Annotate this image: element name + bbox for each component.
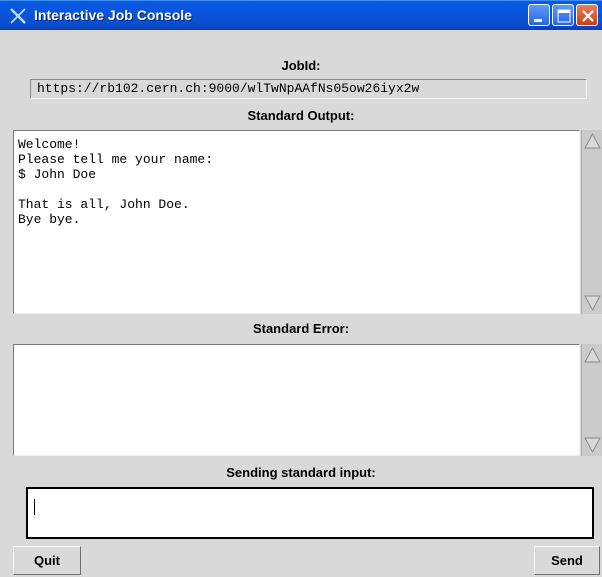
minimize-button[interactable] (528, 4, 550, 26)
scroll-down-arrow-icon[interactable] (583, 435, 602, 455)
jobid-label: JobId: (281, 58, 321, 73)
stdout-scrollbar[interactable] (581, 130, 602, 314)
minimize-icon (534, 19, 542, 22)
text-caret (34, 499, 35, 515)
send-button[interactable]: Send (534, 546, 600, 575)
stderr-textarea[interactable] (13, 344, 580, 456)
x-logo-icon (10, 8, 26, 24)
stdout-label: Standard Output: (247, 108, 355, 123)
window-title: Interactive Job Console (34, 7, 192, 23)
maximize-icon (557, 9, 571, 23)
stdin-input[interactable] (26, 487, 594, 539)
quit-button[interactable]: Quit (13, 546, 81, 575)
stdout-textarea[interactable]: Welcome! Please tell me your name: $ Joh… (13, 130, 580, 314)
stderr-scrollbar[interactable] (581, 344, 602, 456)
stderr-label: Standard Error: (252, 321, 350, 336)
stdin-label: Sending standard input: (226, 465, 376, 480)
scroll-up-arrow-icon[interactable] (583, 131, 602, 151)
close-icon (582, 10, 594, 22)
scroll-down-arrow-icon[interactable] (583, 293, 602, 313)
maximize-button[interactable] (552, 4, 574, 26)
close-button[interactable] (576, 4, 598, 26)
jobid-field[interactable]: https://rb102.cern.ch:9000/wlTwNpAAfNs05… (30, 79, 587, 99)
title-bar[interactable]: Interactive Job Console (0, 0, 602, 30)
scroll-up-arrow-icon[interactable] (583, 345, 602, 365)
